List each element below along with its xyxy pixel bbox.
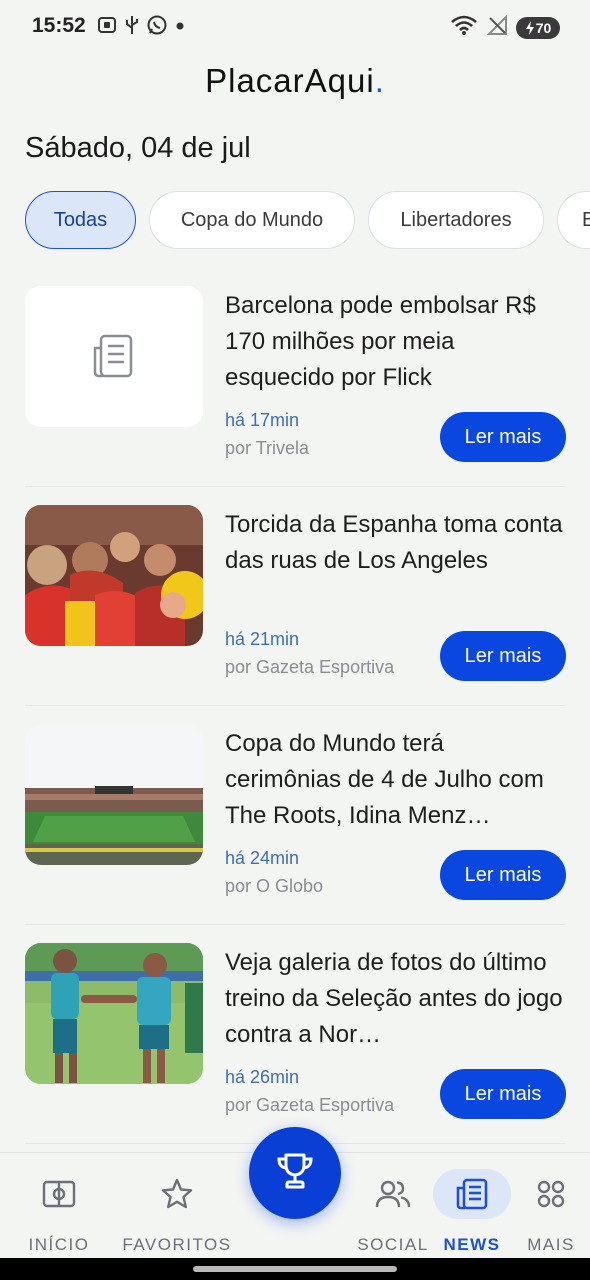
no-signal-icon (486, 14, 508, 41)
people-icon (375, 1177, 411, 1211)
news-headline[interactable]: Veja galeria de fotos do último treino d… (225, 945, 565, 1053)
status-left-icons (96, 14, 186, 41)
nav-item-inicio[interactable]: INÍCIO (0, 1153, 118, 1259)
news-card[interactable]: Barcelona pode embolsar R$ 170 milhões p… (0, 268, 590, 487)
news-thumbnail[interactable] (25, 724, 203, 865)
news-time: há 17min (225, 410, 300, 430)
news-card[interactable]: Copa do Mundo terá cerimônias de 4 de Ju… (0, 706, 590, 925)
status-bar: 15:52 70 (0, 0, 590, 56)
status-right-icons: 70 (450, 14, 560, 41)
read-more-button[interactable]: Ler mais (440, 631, 566, 681)
trophy-icon (275, 1151, 315, 1196)
status-time: 15:52 (32, 14, 86, 37)
news-headline[interactable]: Torcida da Espanha toma conta das ruas d… (225, 507, 565, 579)
news-source: por Gazeta Esportiva (225, 1095, 395, 1115)
screenshot-icon (96, 14, 118, 41)
battery-icon: 70 (516, 16, 560, 39)
nav-item-favoritos[interactable]: FAVORITOS (118, 1153, 236, 1259)
news-thumbnail[interactable] (25, 943, 203, 1084)
news-list: Barcelona pode embolsar R$ 170 milhões p… (0, 268, 590, 1144)
nav-label: MAIS (527, 1235, 575, 1254)
newspaper-icon (455, 1177, 489, 1211)
news-headline[interactable]: Barcelona pode embolsar R$ 170 milhões p… (225, 288, 565, 396)
nav-label: FAVORITOS (122, 1235, 232, 1254)
whatsapp-icon (146, 14, 168, 41)
spain-fans-photo (25, 505, 203, 646)
read-more-button[interactable]: Ler mais (440, 850, 566, 900)
nav-label: INÍCIO (28, 1235, 90, 1254)
placeholder-news-icon (25, 286, 203, 427)
filter-chip-todas[interactable]: Todas (25, 191, 136, 249)
app-title: PlacarAqui. (0, 62, 590, 100)
news-card[interactable]: Torcida da Espanha toma conta das ruas d… (0, 487, 590, 706)
battery-level: 70 (535, 19, 552, 36)
filter-chip-copa-do-mundo[interactable]: Copa do Mundo (149, 191, 355, 249)
news-time: há 24min (225, 848, 300, 868)
filter-chips: Todas Copa do Mundo Libertadores B (25, 191, 590, 249)
news-source: por Gazeta Esportiva (225, 657, 395, 677)
news-thumbnail[interactable] (25, 505, 203, 646)
news-thumbnail[interactable] (25, 286, 203, 427)
date-heading: Sábado, 04 de jul (25, 132, 251, 164)
trophy-fab-button[interactable] (249, 1127, 341, 1219)
app-name-dot: . (374, 62, 385, 99)
news-time: há 26min (225, 1067, 300, 1087)
news-source: por O Globo (225, 876, 324, 896)
home-indicator[interactable] (193, 1266, 397, 1272)
nav-item-mais[interactable]: MAIS (492, 1153, 590, 1259)
news-card[interactable]: Veja galeria de fotos do último treino d… (0, 925, 590, 1144)
grid-dots-icon (536, 1177, 566, 1211)
dot-icon (174, 14, 186, 41)
filter-chip-libertadores[interactable]: Libertadores (368, 191, 544, 249)
news-source: por Trivela (225, 438, 310, 458)
news-time: há 21min (225, 629, 300, 649)
read-more-button[interactable]: Ler mais (440, 412, 566, 462)
star-icon (160, 1177, 194, 1211)
filter-chip-next[interactable]: B (557, 191, 590, 249)
app-name: PlacarAqui (205, 62, 375, 99)
wifi-icon (450, 14, 478, 41)
stadium-photo (25, 724, 203, 865)
pitch-icon (42, 1177, 76, 1211)
training-photo (25, 943, 203, 1084)
read-more-button[interactable]: Ler mais (440, 1069, 566, 1119)
usb-icon (124, 14, 140, 41)
news-headline[interactable]: Copa do Mundo terá cerimônias de 4 de Ju… (225, 726, 565, 834)
